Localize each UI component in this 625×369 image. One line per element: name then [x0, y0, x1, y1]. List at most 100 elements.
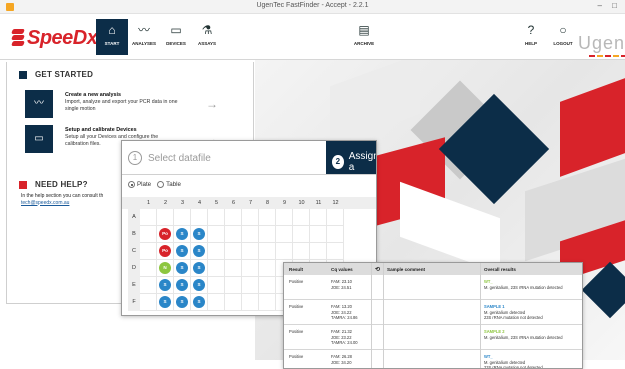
plate-cell[interactable] [208, 277, 225, 294]
plate-well[interactable]: S [159, 296, 171, 308]
plate-cell[interactable] [208, 226, 225, 243]
plate-row-E[interactable]: E [128, 277, 140, 294]
plate-cell[interactable] [293, 243, 310, 260]
plate-well[interactable]: S [193, 245, 205, 257]
plate-cell[interactable] [293, 226, 310, 243]
plate-row-A[interactable]: A [128, 209, 140, 226]
plate-well[interactable]: N [159, 262, 171, 274]
plate-cell[interactable] [242, 294, 259, 311]
plate-well[interactable]: Po [159, 245, 171, 257]
plate-cell[interactable] [259, 226, 276, 243]
plate-cell[interactable] [140, 260, 157, 277]
plate-radio[interactable] [128, 181, 135, 188]
plate-column-8[interactable]: 8 [259, 197, 276, 209]
plate-cell[interactable] [225, 277, 242, 294]
plate-cell[interactable] [191, 209, 208, 226]
result-value: Positive [289, 279, 304, 284]
plate-column-6[interactable]: 6 [225, 197, 242, 209]
nav-start-button[interactable]: ⌂ START [96, 19, 128, 55]
plate-cell[interactable] [208, 294, 225, 311]
plate-cell[interactable] [208, 209, 225, 226]
plate-well[interactable]: S [193, 262, 205, 274]
plate-cell[interactable] [242, 277, 259, 294]
step-assign[interactable]: 2 Assign a [332, 151, 376, 173]
window-controls[interactable]: – □ [597, 1, 621, 10]
plate-cell[interactable] [310, 243, 327, 260]
plate-well[interactable]: S [176, 262, 188, 274]
plate-cell[interactable] [140, 209, 157, 226]
plate-column-5[interactable]: 5 [208, 197, 225, 209]
plate-well[interactable]: S [159, 279, 171, 291]
step-select-datafile[interactable]: 1 Select datafile [128, 151, 211, 165]
plate-cell[interactable] [225, 226, 242, 243]
nav-devices-button[interactable]: ▭ DEVICES [160, 19, 192, 55]
plate-cell[interactable] [327, 209, 344, 226]
plate-cell[interactable] [259, 243, 276, 260]
plate-well[interactable]: S [176, 245, 188, 257]
plate-column-11[interactable]: 11 [310, 197, 327, 209]
plate-cell[interactable] [208, 243, 225, 260]
plate-column-12[interactable]: 12 [327, 197, 344, 209]
plate-cell[interactable] [276, 226, 293, 243]
plate-well[interactable]: S [176, 228, 188, 240]
plate-cell[interactable] [259, 277, 276, 294]
plate-cell[interactable] [293, 209, 310, 226]
plate-cell[interactable] [276, 243, 293, 260]
create-analysis-card[interactable]: 〰 Create a new analysis Import, analyze … [25, 90, 230, 122]
plate-cell[interactable] [157, 209, 174, 226]
plate-column-9[interactable]: 9 [276, 197, 293, 209]
plate-well[interactable]: S [176, 296, 188, 308]
plate-cell[interactable] [225, 243, 242, 260]
card-title: Setup and calibrate Devices [65, 127, 137, 133]
plate-cell[interactable] [327, 243, 344, 260]
plate-column-1[interactable]: 1 [140, 197, 157, 209]
results-row[interactable]: Positive FAM: 13.20 JOE: 24.22 TAMRA: 24.86… [284, 300, 582, 325]
plate-well[interactable]: Po [159, 228, 171, 240]
plate-column-4[interactable]: 4 [191, 197, 208, 209]
plate-cell[interactable] [259, 260, 276, 277]
table-radio[interactable] [157, 181, 165, 188]
results-row[interactable]: Positive FAM: 23.10 JOE: 24.51 WT_ M. genita… [284, 275, 582, 300]
plate-cell[interactable] [225, 209, 242, 226]
nav-analyses-button[interactable]: 〰 ANALYSES [128, 19, 160, 55]
plate-cell[interactable] [140, 226, 157, 243]
plate-column-3[interactable]: 3 [174, 197, 191, 209]
plate-cell[interactable] [310, 209, 327, 226]
plate-cell[interactable] [140, 294, 157, 311]
nav-help-label: HELP [524, 41, 537, 46]
plate-row-C[interactable]: C [128, 243, 140, 260]
plate-cell[interactable] [242, 226, 259, 243]
history-icon[interactable]: ⟲ [375, 266, 380, 273]
plate-column-2[interactable]: 2 [157, 197, 174, 209]
plate-cell[interactable] [242, 209, 259, 226]
plate-column-10[interactable]: 10 [293, 197, 310, 209]
plate-cell[interactable] [327, 226, 344, 243]
nav-archive-button[interactable]: ▤ ARCHIVE [348, 19, 380, 55]
plate-cell[interactable] [208, 260, 225, 277]
plate-cell[interactable] [225, 294, 242, 311]
support-email-link[interactable]: tech@speedx.com.au [21, 200, 131, 207]
plate-well[interactable]: S [193, 279, 205, 291]
plate-column-7[interactable]: 7 [242, 197, 259, 209]
plate-row-F[interactable]: F [128, 294, 140, 311]
plate-cell[interactable] [174, 209, 191, 226]
plate-row-B[interactable]: B [128, 226, 140, 243]
plate-row-D[interactable]: D [128, 260, 140, 277]
plate-well[interactable]: S [193, 228, 205, 240]
plate-cell[interactable] [225, 260, 242, 277]
results-row[interactable]: Positive FAM: 26.28 JOE: 34.20 WT_ M. genita… [284, 350, 582, 368]
plate-cell[interactable] [259, 294, 276, 311]
plate-well[interactable]: S [193, 296, 205, 308]
plate-cell[interactable] [310, 226, 327, 243]
plate-cell[interactable] [242, 260, 259, 277]
nav-help-button[interactable]: ? HELP [515, 19, 547, 55]
plate-cell[interactable] [242, 243, 259, 260]
nav-assays-button[interactable]: ⚗ ASSAYS [191, 19, 223, 55]
nav-logout-button[interactable]: ○ LOGOUT [547, 19, 579, 55]
plate-cell[interactable] [140, 243, 157, 260]
plate-well[interactable]: S [176, 279, 188, 291]
plate-cell[interactable] [259, 209, 276, 226]
plate-cell[interactable] [140, 277, 157, 294]
plate-cell[interactable] [276, 209, 293, 226]
results-row[interactable]: Positive FAM: 21.32 JOE: 23.22 TAMRA: 24.00… [284, 325, 582, 350]
